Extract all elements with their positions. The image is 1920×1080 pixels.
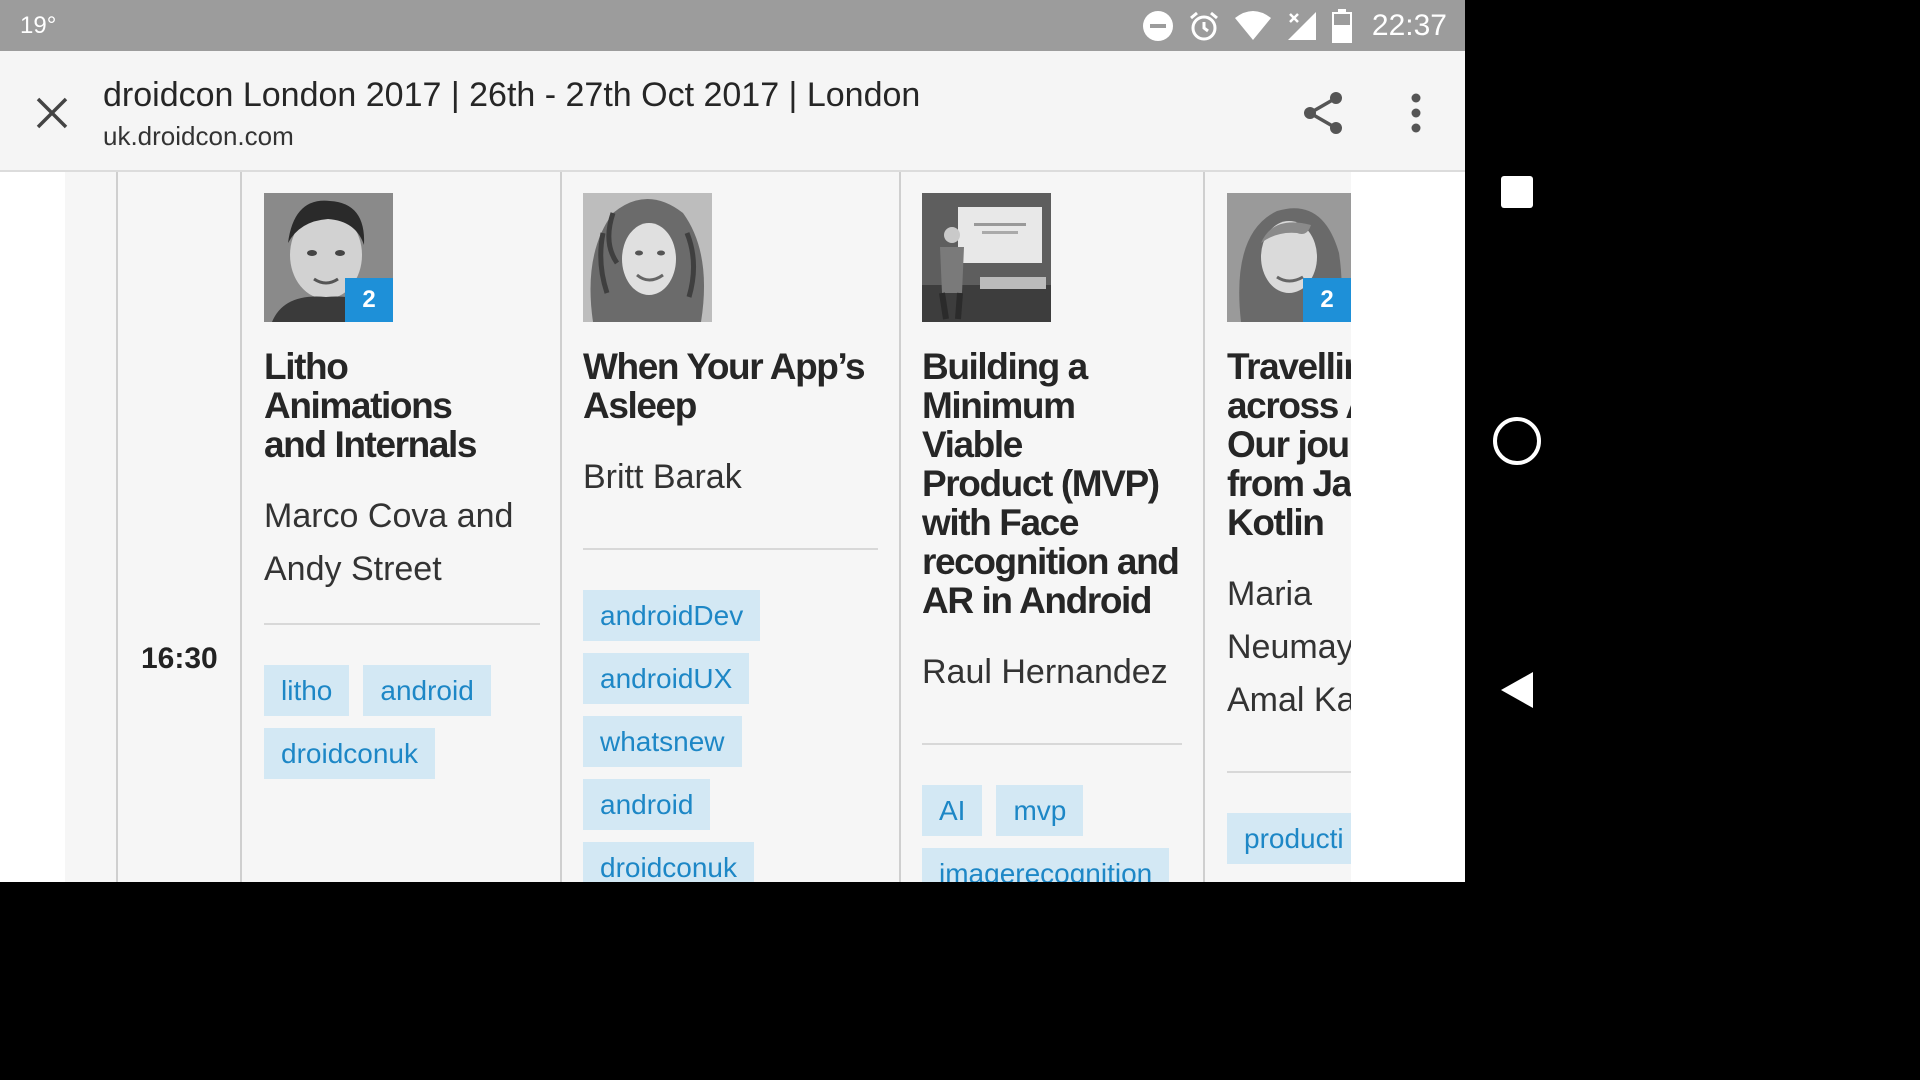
speaker-photo-image (922, 193, 1051, 322)
tag[interactable]: droidconuk (583, 842, 754, 882)
session-title-line: When Your App’s (583, 346, 866, 387)
divider (583, 548, 878, 550)
divider (1227, 771, 1351, 773)
navigation-bar (1465, 0, 1568, 882)
tag[interactable]: mvp (996, 785, 1084, 836)
session-title-line: and Internals (264, 424, 477, 465)
close-icon (36, 97, 68, 129)
session-title[interactable]: Travellin across A Our jour from Jav Kot… (1227, 347, 1351, 542)
tag[interactable]: androidUX (583, 653, 750, 704)
page-margin (1351, 172, 1465, 882)
signal-icon (1287, 12, 1316, 40)
session-card[interactable]: When Your App’s Asleep Britt Barak andro… (583, 193, 878, 882)
session-title-line: across A (1227, 385, 1351, 426)
session-title[interactable]: Building a Minimum Viable Product (MVP) … (922, 347, 1182, 620)
page-url: uk.droidcon.com (103, 121, 294, 151)
speaker-photo[interactable]: 2 (264, 193, 393, 322)
do-not-disturb-icon (1142, 11, 1173, 41)
battery-icon (1331, 9, 1352, 43)
session-title[interactable]: When Your App’s Asleep (583, 347, 878, 425)
session-card[interactable]: Building a Minimum Viable Product (MVP) … (922, 193, 1182, 882)
tag[interactable]: imagerecognition (922, 848, 1170, 882)
tag[interactable]: litho (264, 665, 350, 716)
speaker-photo[interactable]: 2 (1227, 193, 1351, 322)
speaker-photo[interactable] (922, 193, 1051, 322)
wifi-icon (1234, 11, 1271, 40)
recents-icon (1501, 176, 1533, 208)
web-content[interactable]: 16:30 2 Litho Animations and Internals M… (0, 172, 1465, 882)
home-icon (1493, 417, 1541, 465)
speaker-line: Marco Cova and (264, 497, 514, 535)
alarm-icon (1189, 11, 1218, 41)
column-border (899, 172, 901, 882)
back-icon (1501, 672, 1533, 708)
overflow-menu-button[interactable] (1396, 89, 1436, 137)
back-button[interactable] (1491, 664, 1543, 716)
divider (264, 623, 540, 625)
tag[interactable]: AI (922, 785, 983, 836)
time-slot-label: 16:30 (141, 642, 218, 675)
talk-count-badge: 2 (345, 278, 393, 322)
column-border (1203, 172, 1205, 882)
speaker-line: Maria (1227, 575, 1313, 613)
share-icon (1304, 92, 1342, 134)
recents-button[interactable] (1491, 166, 1543, 218)
page-title: droidcon London 2017 | 26th - 27th Oct 2… (103, 76, 921, 114)
clock: 22:37 (1371, 9, 1447, 42)
session-title-line: from Jav (1227, 463, 1351, 504)
session-title-line: Litho Animations (264, 346, 453, 426)
session-title-line: recognition and (922, 541, 1180, 582)
talk-count-badge: 2 (1303, 278, 1351, 322)
session-title-line: Building a (922, 346, 1088, 387)
session-card[interactable]: 2 Litho Animations and Internals Marco C… (264, 193, 540, 779)
home-button[interactable] (1491, 415, 1543, 467)
speaker-line: Raul Hernandez (922, 653, 1168, 691)
session-title-line: Travellin (1227, 346, 1351, 387)
speaker-line: Britt Barak (583, 458, 742, 496)
more-vert-icon (1411, 93, 1421, 133)
session-title-line: with Face (922, 502, 1079, 543)
tag-list: litho android droidconuk (264, 665, 540, 779)
speaker-photo[interactable] (583, 193, 712, 322)
tag[interactable]: android (583, 779, 711, 830)
status-icons: 22:37 (1142, 8, 1447, 44)
tag[interactable]: producti (1227, 813, 1351, 864)
custom-tab-toolbar: droidcon London 2017 | 26th - 27th Oct 2… (0, 51, 1465, 172)
column-border (560, 172, 562, 882)
tag[interactable]: droidconuk (264, 728, 435, 779)
column-border (116, 172, 118, 882)
session-speaker: Marco Cova and Andy Street (264, 490, 540, 596)
temperature: 19° (20, 12, 57, 39)
session-title-line: Our jour (1227, 424, 1351, 465)
divider (922, 743, 1182, 745)
close-button[interactable] (30, 91, 74, 135)
tag-list: producti (1227, 813, 1351, 864)
session-title-line: Product (MVP) (922, 463, 1160, 504)
tag[interactable]: whatsnew (583, 716, 742, 767)
share-button[interactable] (1300, 89, 1348, 137)
session-speaker: Maria Neumay Amal Ka (1227, 568, 1351, 727)
session-title-line: Asleep (583, 385, 697, 426)
session-title[interactable]: Litho Animations and Internals (264, 347, 540, 464)
session-card[interactable]: 2 Travellin across A Our jour from Jav K… (1227, 193, 1351, 864)
column-border (240, 172, 242, 882)
session-title-line: Kotlin (1227, 502, 1325, 543)
speaker-line: Andy Street (264, 550, 442, 588)
tag-list: AI mvp imagerecognition (922, 785, 1182, 882)
session-title-line: AR in Android (922, 580, 1153, 621)
status-bar: 19° 22:37 (0, 0, 1465, 51)
speaker-line: Amal Ka (1227, 681, 1351, 719)
tag[interactable]: android (363, 665, 491, 716)
speaker-photo-image (583, 193, 712, 322)
session-title-line: Minimum Viable (922, 385, 1076, 465)
speaker-line: Neumay (1227, 628, 1351, 666)
session-speaker: Raul Hernandez (922, 646, 1182, 699)
session-speaker: Britt Barak (583, 451, 878, 504)
tag[interactable]: androidDev (583, 590, 761, 641)
tag-list: androidDev androidUX whatsnew android dr… (583, 590, 878, 882)
